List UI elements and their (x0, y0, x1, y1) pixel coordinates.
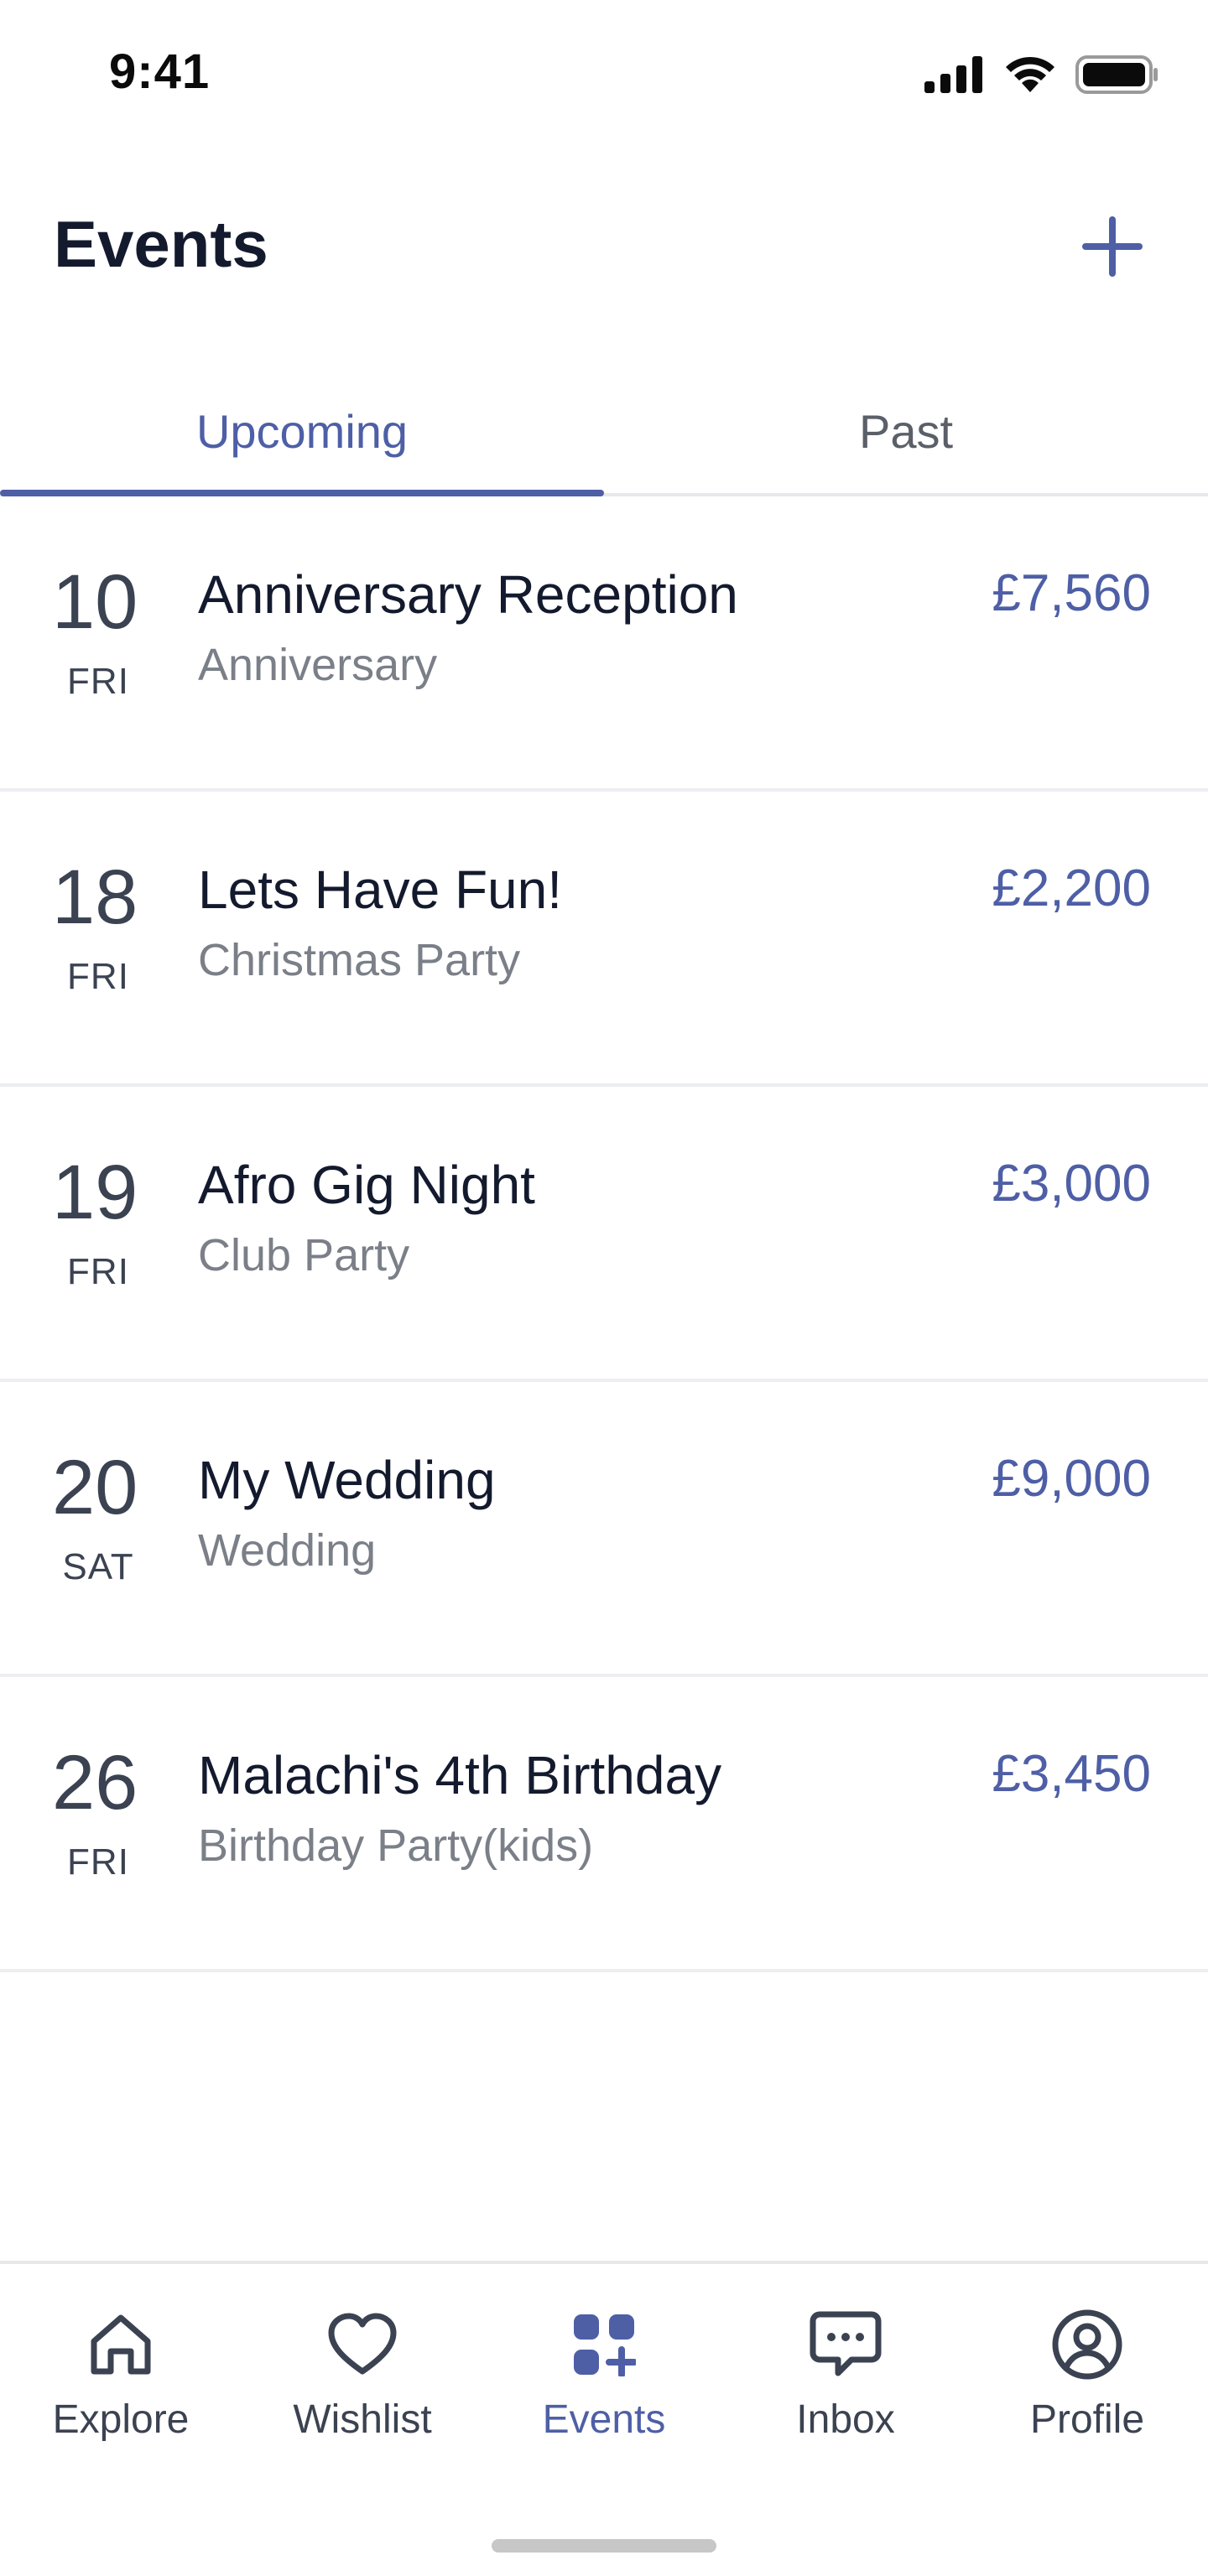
event-date-weekday: FRI (67, 956, 129, 997)
event-category: Club Party (198, 1230, 410, 1280)
nav-label: Explore (52, 2397, 190, 2442)
home-indicator (492, 2539, 716, 2553)
nav-label: Wishlist (293, 2397, 432, 2442)
event-title: Afro Gig Night (198, 1155, 535, 1215)
status-icons (924, 55, 1159, 94)
event-price: £3,000 (992, 1155, 1151, 1213)
event-row[interactable]: 20 SAT My Wedding Wedding £9,000 (0, 1382, 1208, 1677)
nav-item-profile[interactable]: Profile (966, 2304, 1208, 2464)
event-category: Anniversary (198, 640, 438, 690)
event-date-day: 10 (52, 559, 138, 645)
events-screen: 9:41 Events Upcoming Past 10 FRI Anniver… (0, 0, 1208, 2576)
chat-icon (805, 2304, 886, 2385)
event-category: Birthday Party(kids) (198, 1820, 594, 1871)
event-date-day: 19 (52, 1150, 138, 1235)
battery-icon (1075, 55, 1158, 94)
event-price: £9,000 (992, 1450, 1151, 1508)
heart-icon (322, 2304, 403, 2385)
nav-label: Events (542, 2397, 666, 2442)
home-icon (81, 2304, 161, 2385)
status-bar: 9:41 (0, 0, 1208, 151)
nav-label: Inbox (796, 2397, 895, 2442)
nav-item-wishlist[interactable]: Wishlist (242, 2304, 483, 2464)
event-row[interactable]: 18 FRI Lets Have Fun! Christmas Party £2… (0, 792, 1208, 1087)
event-date-day: 20 (52, 1445, 138, 1530)
profile-icon (1047, 2304, 1127, 2385)
header: Events (0, 193, 1208, 293)
event-date-weekday: SAT (62, 1546, 134, 1587)
event-category: Wedding (198, 1525, 377, 1576)
wifi-icon (1006, 56, 1054, 92)
signal-icon (924, 56, 982, 93)
event-title: My Wedding (198, 1450, 496, 1510)
event-date-day: 18 (52, 854, 138, 940)
status-time: 9:41 (109, 44, 211, 99)
event-row[interactable]: 26 FRI Malachi's 4th Birthday Birthday P… (0, 1677, 1208, 1972)
event-date-weekday: FRI (67, 661, 129, 702)
add-event-button[interactable] (1079, 213, 1146, 280)
tabs: Upcoming Past (0, 369, 1208, 496)
page-title: Events (54, 207, 268, 281)
tab-active-indicator (0, 490, 604, 496)
event-row[interactable]: 19 FRI Afro Gig Night Club Party £3,000 (0, 1087, 1208, 1382)
nav-item-events[interactable]: Events (483, 2304, 725, 2464)
events-grid-icon (564, 2304, 644, 2385)
nav-item-explore[interactable]: Explore (0, 2304, 242, 2464)
event-price: £7,560 (992, 564, 1151, 622)
event-row[interactable]: 10 FRI Anniversary Reception Anniversary… (0, 496, 1208, 792)
event-date-weekday: FRI (67, 1841, 129, 1883)
event-list: 10 FRI Anniversary Reception Anniversary… (0, 496, 1208, 1972)
event-date-day: 26 (52, 1740, 138, 1826)
plus-icon (1082, 216, 1143, 277)
bottom-nav: Explore Wishlist Events Inbox Profile (0, 2261, 1208, 2576)
event-price: £3,450 (992, 1745, 1151, 1803)
nav-item-inbox[interactable]: Inbox (725, 2304, 966, 2464)
nav-label: Profile (1029, 2397, 1145, 2442)
event-title: Malachi's 4th Birthday (198, 1745, 722, 1805)
event-category: Christmas Party (198, 935, 521, 985)
tab-upcoming[interactable]: Upcoming (0, 369, 604, 493)
event-title: Lets Have Fun! (198, 860, 562, 920)
event-title: Anniversary Reception (198, 564, 738, 625)
tab-past[interactable]: Past (604, 369, 1208, 493)
event-date-weekday: FRI (67, 1251, 129, 1292)
event-price: £2,200 (992, 860, 1151, 917)
